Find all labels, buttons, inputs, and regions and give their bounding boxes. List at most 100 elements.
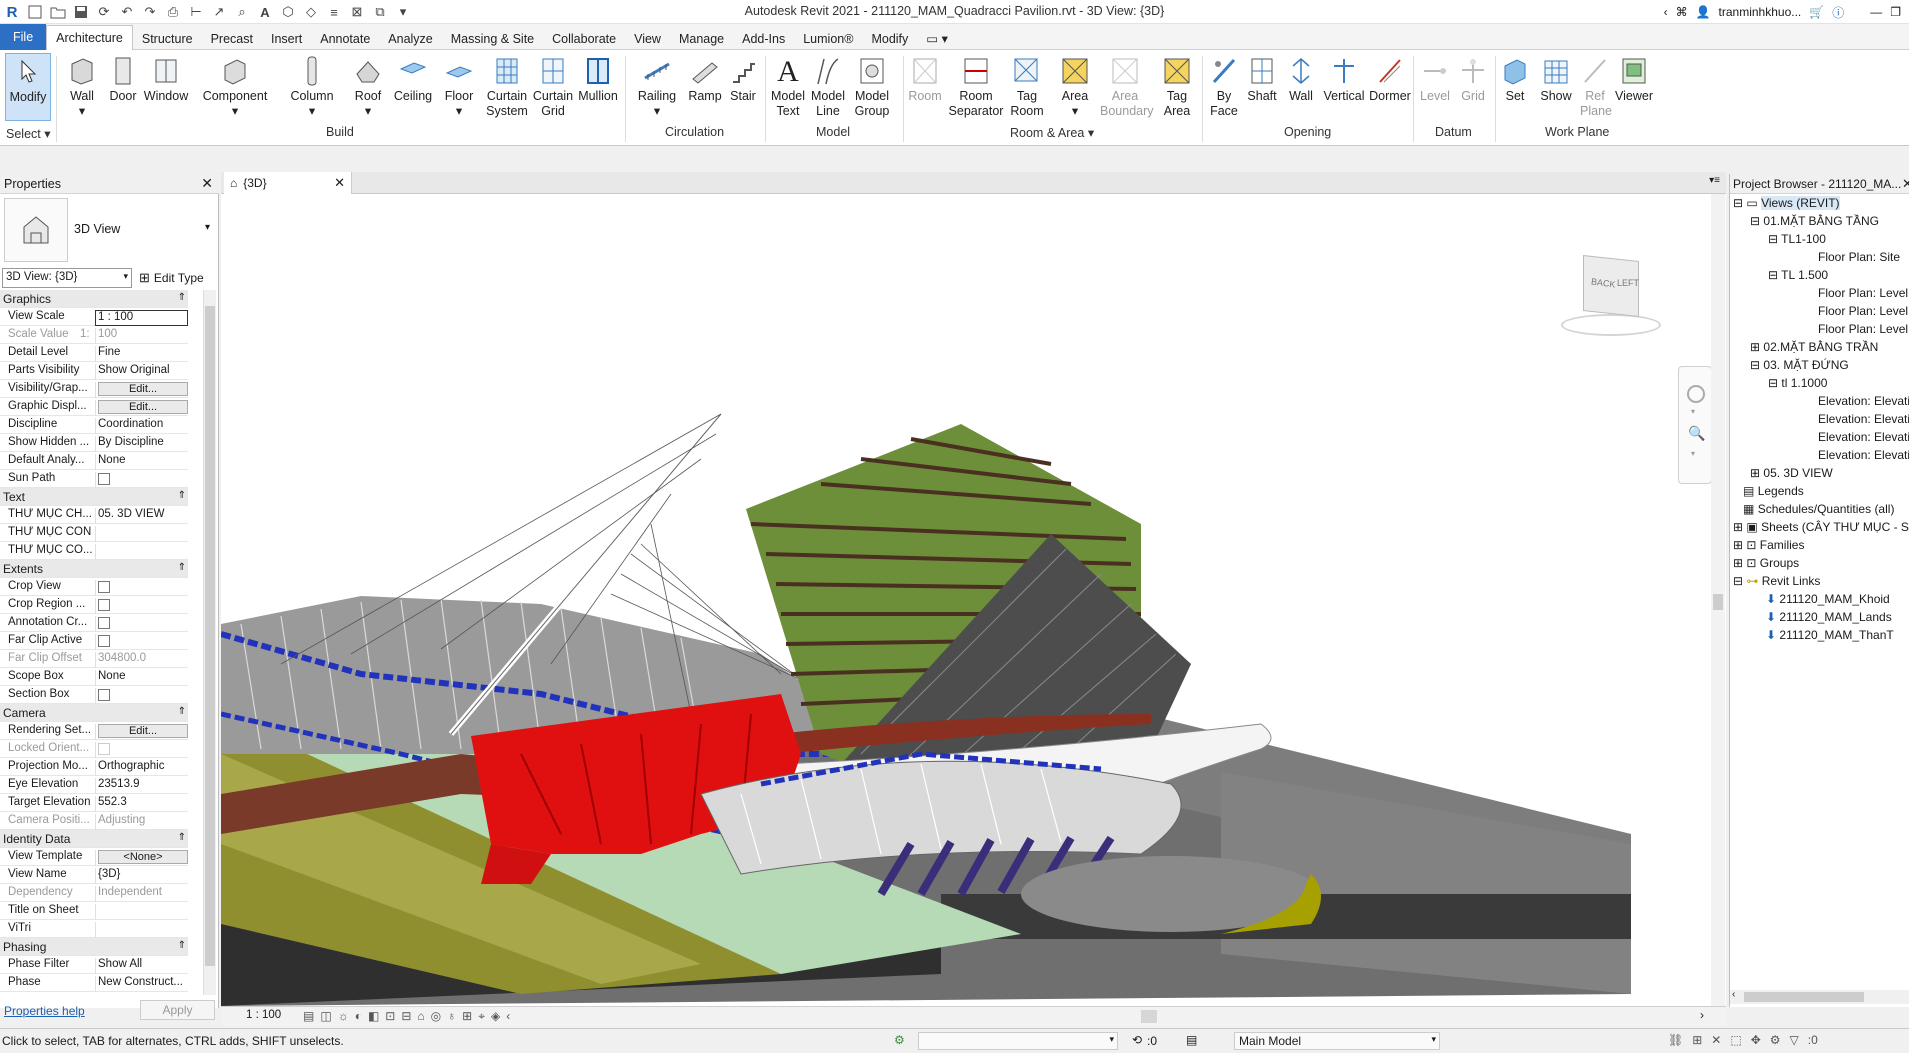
browser-hscrollbar[interactable]: ‹ [1730, 989, 1909, 1004]
tree-node-fp-level-1[interactable]: Floor Plan: Level [1818, 286, 1908, 300]
area-boundary-button[interactable]: Area Boundary [1098, 53, 1154, 119]
by-face-button[interactable]: By Face [1205, 53, 1243, 119]
building-model[interactable] [221, 194, 1726, 1006]
row-rendering-settings[interactable]: Rendering Set... Edit... [0, 722, 188, 740]
group-extents[interactable]: Extents ⇑ [0, 560, 188, 578]
row-discipline[interactable]: Discipline Coordination [0, 416, 188, 434]
modify-button[interactable]: Modify [5, 53, 51, 121]
floor-button[interactable]: Floor ▾ [441, 53, 477, 119]
room-button[interactable]: Room [906, 53, 944, 104]
sun-path-icon[interactable]: ☼ [338, 1009, 349, 1024]
scroll-right-icon[interactable]: › [1700, 1008, 1704, 1022]
set-button[interactable]: Set [1499, 53, 1531, 104]
tree-node-mat-bang-tran[interactable]: ⊞ 02.MẶT BẰNG TRẦN [1750, 340, 1878, 354]
row-graphic-display[interactable]: Graphic Displ... Edit... [0, 398, 188, 416]
navigation-bar[interactable]: ▾ 🔍 ▾ [1678, 366, 1712, 484]
user-name[interactable]: tranminhkhuo... [1719, 5, 1802, 19]
chevron-down-icon[interactable]: ▾ [1691, 407, 1695, 416]
group-text[interactable]: Text ⇑ [0, 488, 188, 506]
minimize-icon[interactable]: — [1870, 5, 1882, 19]
model-dropdown[interactable]: Main Model ▾ [1234, 1032, 1440, 1050]
detail-level-icon[interactable]: ▤ [303, 1009, 314, 1024]
tab-architecture[interactable]: Architecture [46, 25, 133, 50]
panel-select[interactable]: Select ▾ [6, 126, 51, 141]
row-view-template[interactable]: View Template <None> [0, 848, 188, 866]
row-section-box[interactable]: Section Box [0, 686, 188, 704]
ref-plane-button[interactable]: Ref Plane [1578, 53, 1612, 119]
background-process-icon[interactable]: ⚙ [1770, 1033, 1781, 1047]
view-scale-input[interactable]: 1 : 100 [95, 310, 188, 326]
row-visibility-graphics[interactable]: Visibility/Grap... Edit... [0, 380, 188, 398]
lock-3d-icon[interactable]: ⌂ [417, 1009, 424, 1024]
tree-node-sheets[interactable]: ⊞ ▣ Sheets (CÂY THƯ MỤC - S [1733, 520, 1909, 534]
far-clip-checkbox[interactable] [98, 635, 110, 647]
roof-button[interactable]: Roof ▾ [350, 53, 386, 119]
zoom-region-icon[interactable]: 🔍 [1688, 425, 1705, 442]
select-underlay-icon[interactable]: ⊞ [1692, 1033, 1702, 1047]
tab-structure[interactable]: Structure [133, 28, 202, 50]
tag-room-button[interactable]: Tag Room [1008, 53, 1046, 119]
row-default-analysis[interactable]: Default Analy... None [0, 452, 188, 470]
row-phase[interactable]: Phase New Construct... [0, 974, 188, 992]
show-crop-icon[interactable]: ⊟ [401, 1009, 411, 1024]
sun-path-checkbox[interactable] [98, 473, 110, 485]
graphic-display-edit-button[interactable]: Edit... [98, 400, 188, 414]
tree-node-elevation-3[interactable]: Elevation: Elevatio [1818, 430, 1909, 444]
window-button[interactable]: Window [143, 53, 189, 104]
tree-node-fp-level-2[interactable]: Floor Plan: Level [1818, 304, 1908, 318]
steering-wheel-icon[interactable] [1687, 385, 1705, 403]
rendering-edit-button[interactable]: Edit... [98, 724, 188, 738]
shadows-icon[interactable]: ◐ [355, 1009, 362, 1024]
horizontal-scrollbar-thumb[interactable] [1141, 1010, 1157, 1023]
vertical-button[interactable]: Vertical [1321, 53, 1367, 104]
close-browser-icon[interactable]: ✕ [1902, 176, 1909, 192]
column-button[interactable]: Column ▾ [289, 53, 335, 119]
chevron-down-icon[interactable]: ▾ [205, 222, 210, 233]
tree-node-mat-bang-tang[interactable]: ⊟ 01.MẶT BẰNG TẦNG [1750, 214, 1879, 228]
tree-node-legends[interactable]: ▤ Legends [1733, 484, 1804, 498]
apply-button[interactable]: Apply [140, 1000, 215, 1020]
cart-icon[interactable]: 🛒 [1809, 5, 1824, 19]
row-annotation-crop[interactable]: Annotation Cr... [0, 614, 188, 632]
group-identity-data[interactable]: Identity Data ⇑ [0, 830, 188, 848]
row-view-scale[interactable]: View Scale 1 : 100 [0, 308, 188, 326]
curtain-system-button[interactable]: Curtain System [483, 53, 531, 119]
tab-analyze[interactable]: Analyze [379, 28, 441, 50]
tree-node-link-3[interactable]: ⬇ 211120_MAM_ThanT [1766, 628, 1894, 642]
editing-requests-icon[interactable]: ⟲ [1132, 1033, 1142, 1047]
row-thu-muc-co[interactable]: THƯ MỤC CO... [0, 542, 188, 560]
row-projection-mode[interactable]: Projection Mo... Orthographic [0, 758, 188, 776]
tab-add-ins[interactable]: Add-Ins [733, 28, 794, 50]
chevron-left-icon[interactable]: ‹ [1664, 5, 1668, 19]
worksets-icon[interactable]: ⚙ [894, 1033, 905, 1047]
binoculars-icon[interactable]: ⌘ [1676, 5, 1688, 19]
tag-area-button[interactable]: Tag Area [1158, 53, 1196, 119]
tree-node-link-2[interactable]: ⬇ 211120_MAM_Lands [1766, 610, 1892, 624]
highlight-icon[interactable]: ◈ [491, 1009, 500, 1024]
tab-precast[interactable]: Precast [202, 28, 262, 50]
workset-dropdown[interactable]: ▾ [918, 1032, 1118, 1050]
tree-node-schedules[interactable]: ▦ Schedules/Quantities (all) [1733, 502, 1894, 516]
model-group-button[interactable]: Model Group [850, 53, 894, 119]
group-camera[interactable]: Camera ⇑ [0, 704, 188, 722]
row-far-clip-active[interactable]: Far Clip Active [0, 632, 188, 650]
tree-node-link-1[interactable]: ⬇ 211120_MAM_Khoid [1766, 592, 1890, 606]
tree-node-fp-site[interactable]: Floor Plan: Site [1818, 250, 1900, 264]
ceiling-button[interactable]: Ceiling [392, 53, 434, 104]
model-line-button[interactable]: Model Line [808, 53, 848, 119]
show-button[interactable]: Show [1537, 53, 1575, 104]
section-box-checkbox[interactable] [98, 689, 110, 701]
annotation-crop-checkbox[interactable] [98, 617, 110, 629]
tree-node-elevation-4[interactable]: Elevation: Elevatio [1818, 448, 1909, 462]
edit-type-button[interactable]: ⊞ Edit Type [139, 268, 213, 288]
filter-icon[interactable]: ▽ [1790, 1033, 1799, 1047]
view-scale-control[interactable]: 1 : 100 [246, 1009, 281, 1021]
group-graphics[interactable]: Graphics ⇑ [0, 290, 188, 308]
design-options-icon[interactable]: ▤ [1186, 1033, 1197, 1047]
properties-help-link[interactable]: Properties help [4, 1004, 85, 1018]
tab-massing-site[interactable]: Massing & Site [442, 28, 543, 50]
crop-icon[interactable]: ⊡ [385, 1009, 395, 1024]
group-phasing[interactable]: Phasing ⇑ [0, 938, 188, 956]
model-text-button[interactable]: A Model Text [768, 53, 808, 119]
tab-lumion[interactable]: Lumion® [794, 28, 862, 50]
